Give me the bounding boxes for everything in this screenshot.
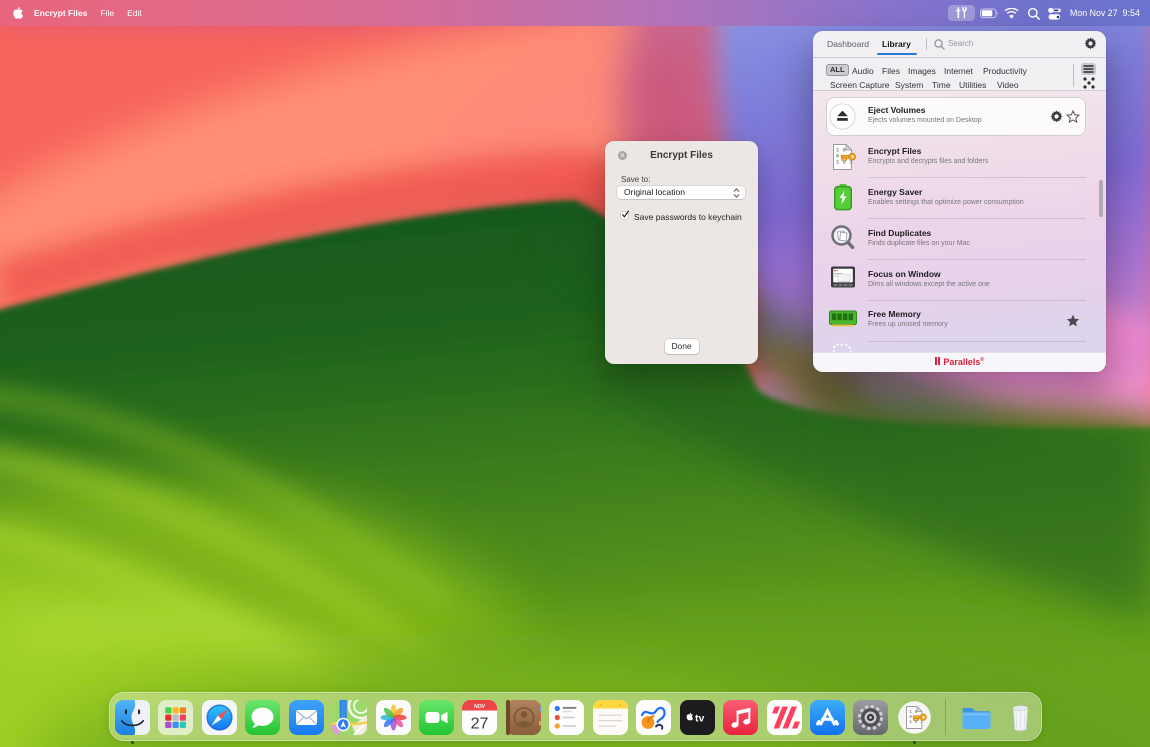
svg-text:27: 27: [471, 716, 489, 733]
svg-text:NOV: NOV: [474, 704, 486, 710]
svg-text:tv: tv: [695, 713, 704, 725]
